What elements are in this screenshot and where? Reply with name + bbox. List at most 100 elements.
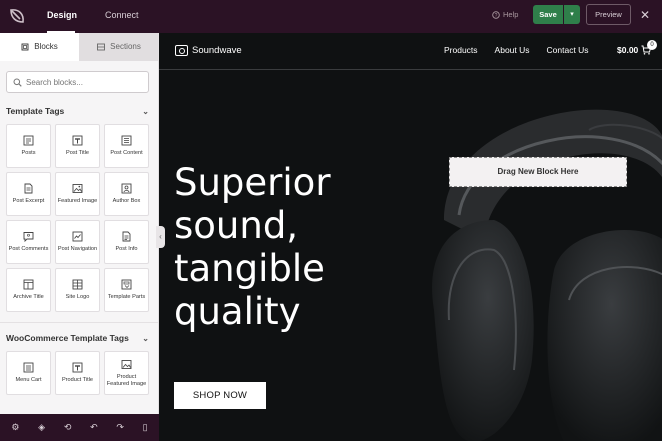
headline-line: Superior (174, 161, 331, 204)
headline-line: sound, (174, 204, 299, 247)
block-archive-title[interactable]: Archive Title (6, 268, 51, 312)
block-product-featured-image[interactable]: Product Featured Image (104, 351, 149, 395)
top-toolbar: Design Connect ? Help Save ▾ Preview ✕ (0, 0, 662, 33)
post-title-icon (72, 135, 83, 146)
shop-now-button[interactable]: SHOP NOW (174, 382, 266, 409)
redo-icon[interactable]: ↷ (116, 422, 124, 433)
menu-cart[interactable]: $0.00 (617, 45, 652, 55)
sidebar-tabs: Blocks Sections (0, 33, 158, 61)
block-label: Template Parts (107, 294, 146, 301)
block-label: Product Title (61, 377, 94, 384)
cart-count-badge: 0 (647, 40, 657, 50)
tab-sections-label: Sections (110, 42, 141, 51)
seedprod-logo-icon (7, 6, 27, 26)
block-label: Menu Cart (15, 377, 42, 384)
help-label: Help (503, 10, 519, 19)
block-label: Archive Title (13, 294, 44, 301)
tab-connect[interactable]: Connect (105, 0, 145, 33)
site-nav: Products About Us Contact Us (444, 45, 589, 55)
block-label: Post Excerpt (12, 198, 45, 205)
help-link[interactable]: ? Help (492, 10, 518, 19)
blocks-sidebar: Blocks Sections Template Tags ⌄ Posts Po… (0, 33, 159, 414)
brand-logo-icon (175, 45, 188, 56)
save-options-dropdown[interactable]: ▾ (564, 5, 580, 24)
block-label: Featured Image (57, 198, 98, 205)
menu-cart-icon (23, 362, 34, 373)
product-featured-image-icon (121, 360, 132, 369)
caret-down-icon: ▾ (570, 11, 574, 18)
close-icon[interactable]: ✕ (640, 8, 650, 22)
block-template-parts[interactable]: Template Parts (104, 268, 149, 312)
headline-line: tangible (174, 247, 325, 290)
section-divider (0, 322, 158, 323)
block-post-excerpt[interactable]: Post Excerpt (6, 172, 51, 216)
block-label: Author Box (112, 198, 141, 205)
settings-gear-icon[interactable]: ⚙ (11, 422, 19, 433)
tab-design[interactable]: Design (47, 0, 77, 33)
undo-icon[interactable]: ↶ (90, 422, 98, 433)
save-button[interactable]: Save (533, 5, 563, 24)
product-title-icon (72, 362, 83, 373)
section-title: WooCommerce Template Tags (6, 333, 129, 343)
bottom-toolbar: ⚙ ◈ ⟲ ↶ ↷ ▯ (0, 414, 159, 441)
chevron-down-icon: ⌄ (142, 333, 149, 343)
search-blocks-input[interactable] (26, 77, 141, 87)
nav-link-products[interactable]: Products (444, 45, 478, 55)
preview-button[interactable]: Preview (586, 4, 631, 25)
layers-icon[interactable]: ◈ (38, 422, 45, 433)
section-template-tags[interactable]: Template Tags ⌄ (6, 104, 149, 118)
block-label: Site Logo (65, 294, 90, 301)
svg-text:?: ? (495, 13, 498, 19)
brand-name: Soundwave (192, 45, 242, 56)
cart-total: $0.00 (617, 45, 639, 55)
block-product-title[interactable]: Product Title (55, 351, 100, 395)
nav-link-about-us[interactable]: About Us (495, 45, 530, 55)
section-woocommerce-template-tags[interactable]: WooCommerce Template Tags ⌄ (6, 331, 149, 345)
block-posts[interactable]: Posts (6, 124, 51, 168)
section-title: Template Tags (6, 106, 65, 116)
tab-sections[interactable]: Sections (79, 33, 158, 61)
headphones-image (414, 70, 662, 441)
block-label: Post Title (65, 150, 89, 157)
search-icon (13, 78, 22, 87)
block-label: Posts (21, 150, 36, 157)
hero-headline: Superior sound, tangible quality (174, 161, 374, 333)
posts-icon (23, 135, 34, 146)
block-label: Product Featured Image (106, 374, 147, 387)
chevron-down-icon: ⌄ (142, 106, 149, 116)
block-post-content[interactable]: Post Content (104, 124, 149, 168)
tab-blocks[interactable]: Blocks (0, 33, 79, 61)
author-box-icon (121, 183, 132, 194)
block-post-info[interactable]: Post Info (104, 220, 149, 264)
search-blocks-field[interactable] (6, 71, 149, 93)
help-icon: ? (492, 10, 500, 19)
block-label: Post Content (110, 150, 143, 157)
template-parts-icon (121, 279, 132, 290)
block-post-comments[interactable]: Post Comments (6, 220, 51, 264)
block-label: Post Info (115, 246, 138, 253)
tab-blocks-label: Blocks (34, 42, 58, 51)
featured-image-icon (72, 184, 83, 194)
site-brand[interactable]: Soundwave (175, 45, 242, 56)
block-label: Post Navigation (57, 246, 98, 253)
block-menu-cart[interactable]: Menu Cart (6, 351, 51, 395)
woocommerce-tags-grid: Menu Cart Product Title Product Featured… (6, 351, 151, 395)
history-icon[interactable]: ⟲ (64, 422, 72, 433)
post-content-icon (121, 135, 132, 146)
block-author-box[interactable]: Author Box (104, 172, 149, 216)
template-tags-grid: Posts Post Title Post Content Post Excer… (6, 124, 151, 312)
sections-icon (97, 43, 106, 51)
page-canvas: Soundwave Products About Us Contact Us $… (159, 33, 662, 441)
post-comments-icon (23, 232, 34, 243)
nav-link-contact-us[interactable]: Contact Us (547, 45, 589, 55)
block-post-navigation[interactable]: Post Navigation (55, 220, 100, 264)
collapse-sidebar-handle[interactable]: ‹ (156, 226, 165, 248)
block-post-title[interactable]: Post Title (55, 124, 100, 168)
drag-new-block-dropzone[interactable]: Drag New Block Here (449, 157, 627, 187)
block-site-logo[interactable]: Site Logo (55, 268, 100, 312)
archive-title-icon (23, 279, 34, 290)
post-info-icon (122, 231, 131, 242)
headline-line: quality (174, 290, 301, 333)
mobile-preview-icon[interactable]: ▯ (143, 422, 148, 433)
block-featured-image[interactable]: Featured Image (55, 172, 100, 216)
